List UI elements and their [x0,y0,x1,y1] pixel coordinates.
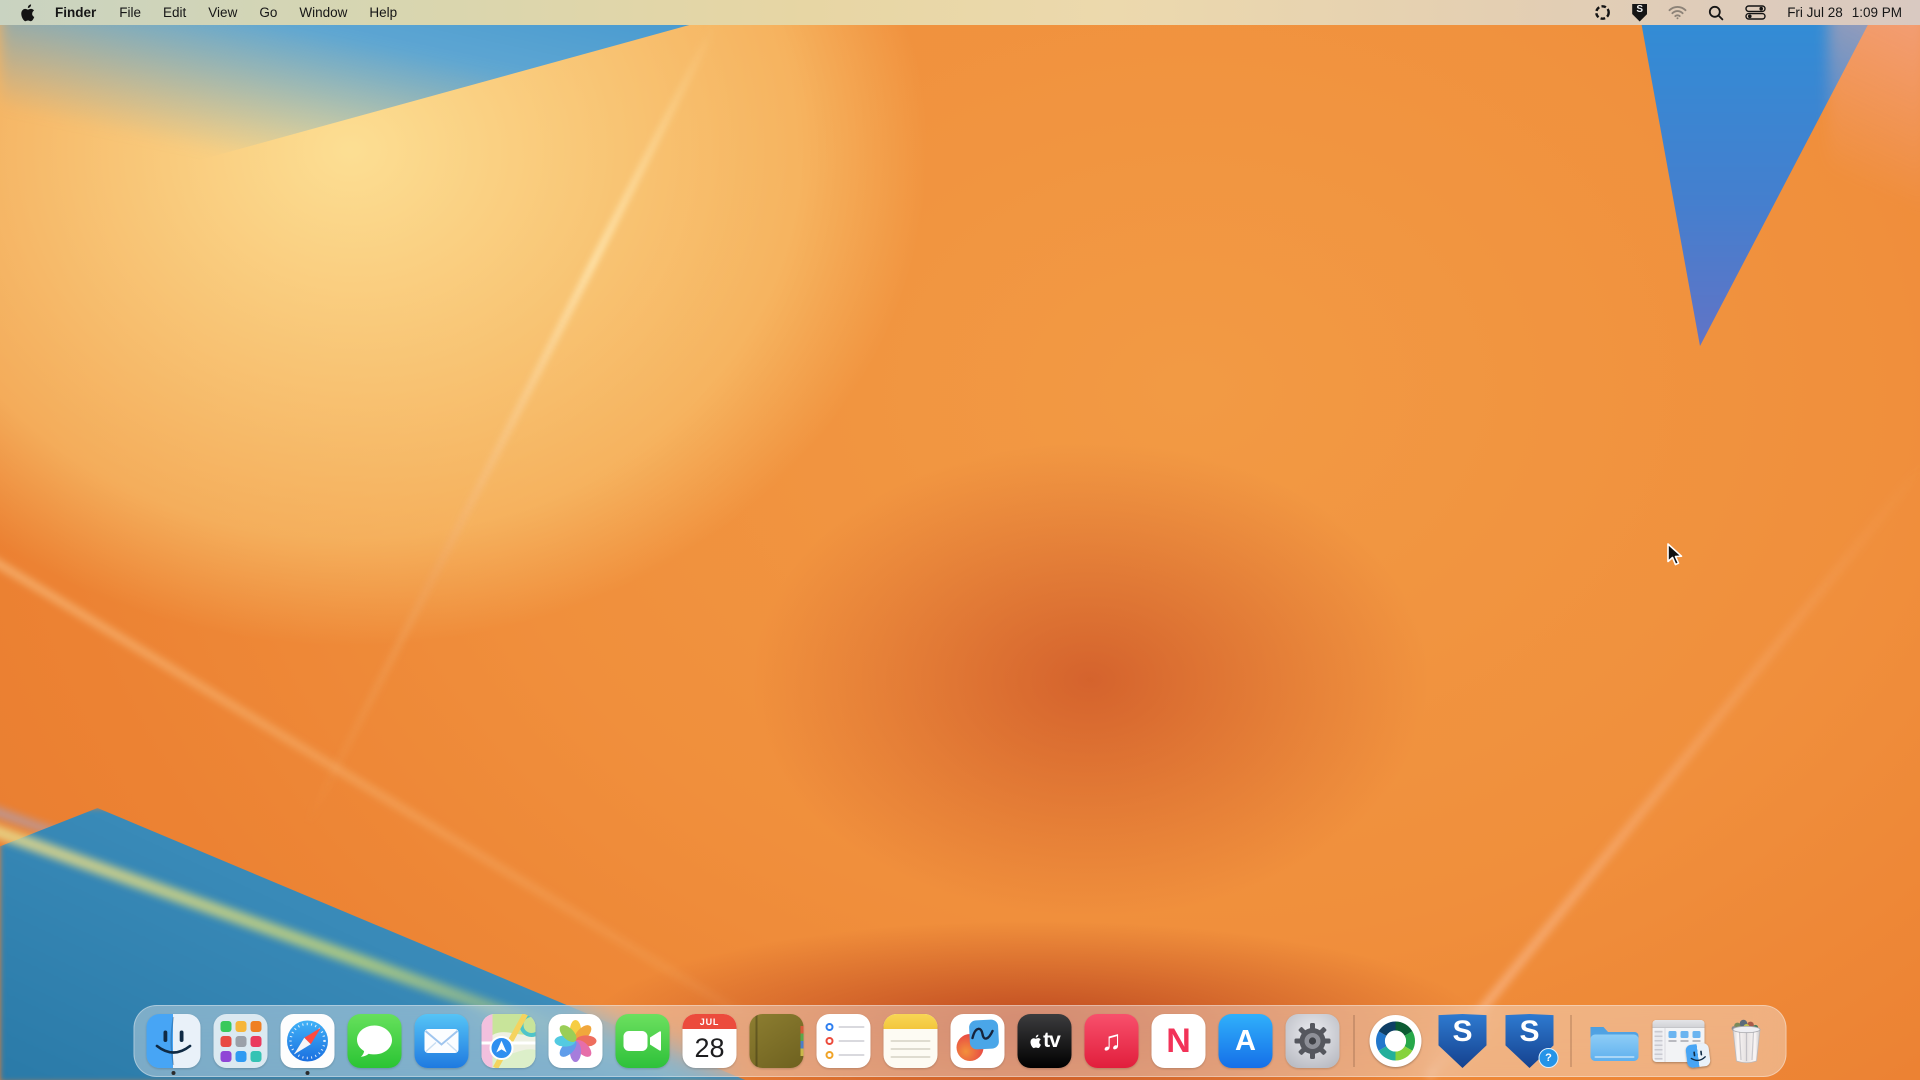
dock-item-reminders[interactable] [817,1014,871,1068]
dock-item-maps[interactable] [482,1014,536,1068]
safari-icon [281,1014,335,1068]
wallpaper-blue-wedge [1634,0,1902,366]
dock-item-trash[interactable] [1720,1014,1774,1068]
ring-app-icon [1369,1014,1423,1068]
dock-item-safe-exam-browser[interactable]: S [1436,1014,1490,1068]
dock-item-news[interactable]: N [1152,1014,1206,1068]
apple-logo-icon [1029,1034,1041,1049]
tv-icon: tv [1018,1014,1072,1068]
seb-letter: S [1452,1014,1472,1050]
minimized-window-icon [1653,1020,1707,1074]
dock-item-minimized-finder-window[interactable] [1653,1014,1707,1068]
mail-icon [415,1014,469,1068]
calendar-month: JUL [683,1014,737,1029]
seb-menu-letter: S [1636,4,1643,15]
music-note-glyph: ♫ [1101,1025,1122,1057]
menu-file[interactable]: File [108,0,152,25]
dock-item-system-settings[interactable] [1286,1014,1340,1068]
launchpad-icon [214,1014,268,1068]
dock-item-notes[interactable] [884,1014,938,1068]
menu-go[interactable]: Go [248,0,288,25]
messages-icon [348,1014,402,1068]
help-badge: ? [1539,1048,1559,1068]
wallpaper [0,0,1920,1080]
wallpaper-topleft-sky [0,0,780,215]
app-store-icon: A [1219,1014,1273,1068]
dock-item-photos[interactable] [549,1014,603,1068]
clock-time: 1:09 PM [1852,5,1902,20]
menu-bar-left: Finder File Edit View Go Window Help [14,0,408,25]
control-center-icon[interactable] [1745,5,1766,20]
finder-badge-icon [1685,1043,1711,1069]
photos-icon [549,1014,603,1068]
dock-item-launchpad[interactable] [214,1014,268,1068]
app-store-letter: A [1235,1025,1256,1058]
dock-item-app-store[interactable]: A [1219,1014,1273,1068]
dock-item-freeform[interactable] [951,1014,1005,1068]
menu-bar-status: S Fri [1594,4,1906,22]
seb-shield-icon[interactable]: S [1632,4,1647,22]
news-letter: N [1166,1022,1191,1061]
wallpaper-petal-edge [304,20,720,826]
clock-date: Fri Jul 28 [1787,5,1843,20]
notes-icon [884,1014,938,1068]
maps-icon [482,1014,536,1068]
wallpaper-pink-rim [1828,0,1920,270]
mouse-cursor [1664,542,1686,571]
contacts-icon [750,1014,804,1068]
folder-icon [1586,1014,1640,1068]
dock: JUL 28 [134,1005,1787,1077]
music-icon: ♫ [1085,1014,1139,1068]
trash-full-icon [1720,1014,1774,1068]
system-settings-gear-icon [1286,1014,1340,1068]
menu-edit[interactable]: Edit [152,0,197,25]
dock-item-facetime[interactable] [616,1014,670,1068]
ring-segments-icon[interactable] [1594,4,1611,21]
app-menu-finder[interactable]: Finder [43,0,108,25]
freeform-icon [951,1014,1005,1068]
tv-label: tv [1043,1029,1060,1053]
dock-item-tv[interactable]: tv [1018,1014,1072,1068]
dock-item-safari[interactable] [281,1014,335,1068]
dock-item-contacts[interactable] [750,1014,804,1068]
menu-window[interactable]: Window [288,0,358,25]
dock-item-downloads-folder[interactable] [1586,1014,1640,1068]
calendar-icon: JUL 28 [683,1014,737,1068]
news-icon: N [1152,1014,1206,1068]
dock-item-calendar[interactable]: JUL 28 [683,1014,737,1068]
apple-menu[interactable] [14,4,43,22]
menu-help[interactable]: Help [358,0,408,25]
dock-item-mail[interactable] [415,1014,469,1068]
dock-item-music[interactable]: ♫ [1085,1014,1139,1068]
facetime-icon [616,1014,670,1068]
menu-bar: Finder File Edit View Go Window Help S [0,0,1920,25]
dock-separator [1354,1015,1355,1067]
menu-view[interactable]: View [197,0,248,25]
spotlight-search-icon[interactable] [1708,5,1724,21]
wallpaper-petal-edge [0,555,862,1080]
wallpaper-shadow [620,350,1560,1010]
menu-bar-clock[interactable]: Fri Jul 28 1:09 PM [1787,5,1902,20]
seb-help-letter: S [1519,1014,1539,1050]
desktop: Finder File Edit View Go Window Help S [0,0,1920,1080]
dock-item-ring-app[interactable] [1369,1014,1423,1068]
calendar-day: 28 [683,1029,737,1068]
dock-item-messages[interactable] [348,1014,402,1068]
seb-help-shield-icon: S ? [1503,1014,1557,1068]
wifi-icon[interactable] [1668,5,1687,20]
seb-shield-icon: S [1436,1014,1490,1068]
reminders-icon [817,1014,871,1068]
dock-item-finder[interactable] [147,1014,201,1068]
dock-item-seb-help[interactable]: S ? [1503,1014,1557,1068]
dock-separator [1571,1015,1572,1067]
finder-icon [147,1014,201,1068]
wallpaper-highlight [0,0,1130,820]
apple-logo-icon [20,4,35,22]
